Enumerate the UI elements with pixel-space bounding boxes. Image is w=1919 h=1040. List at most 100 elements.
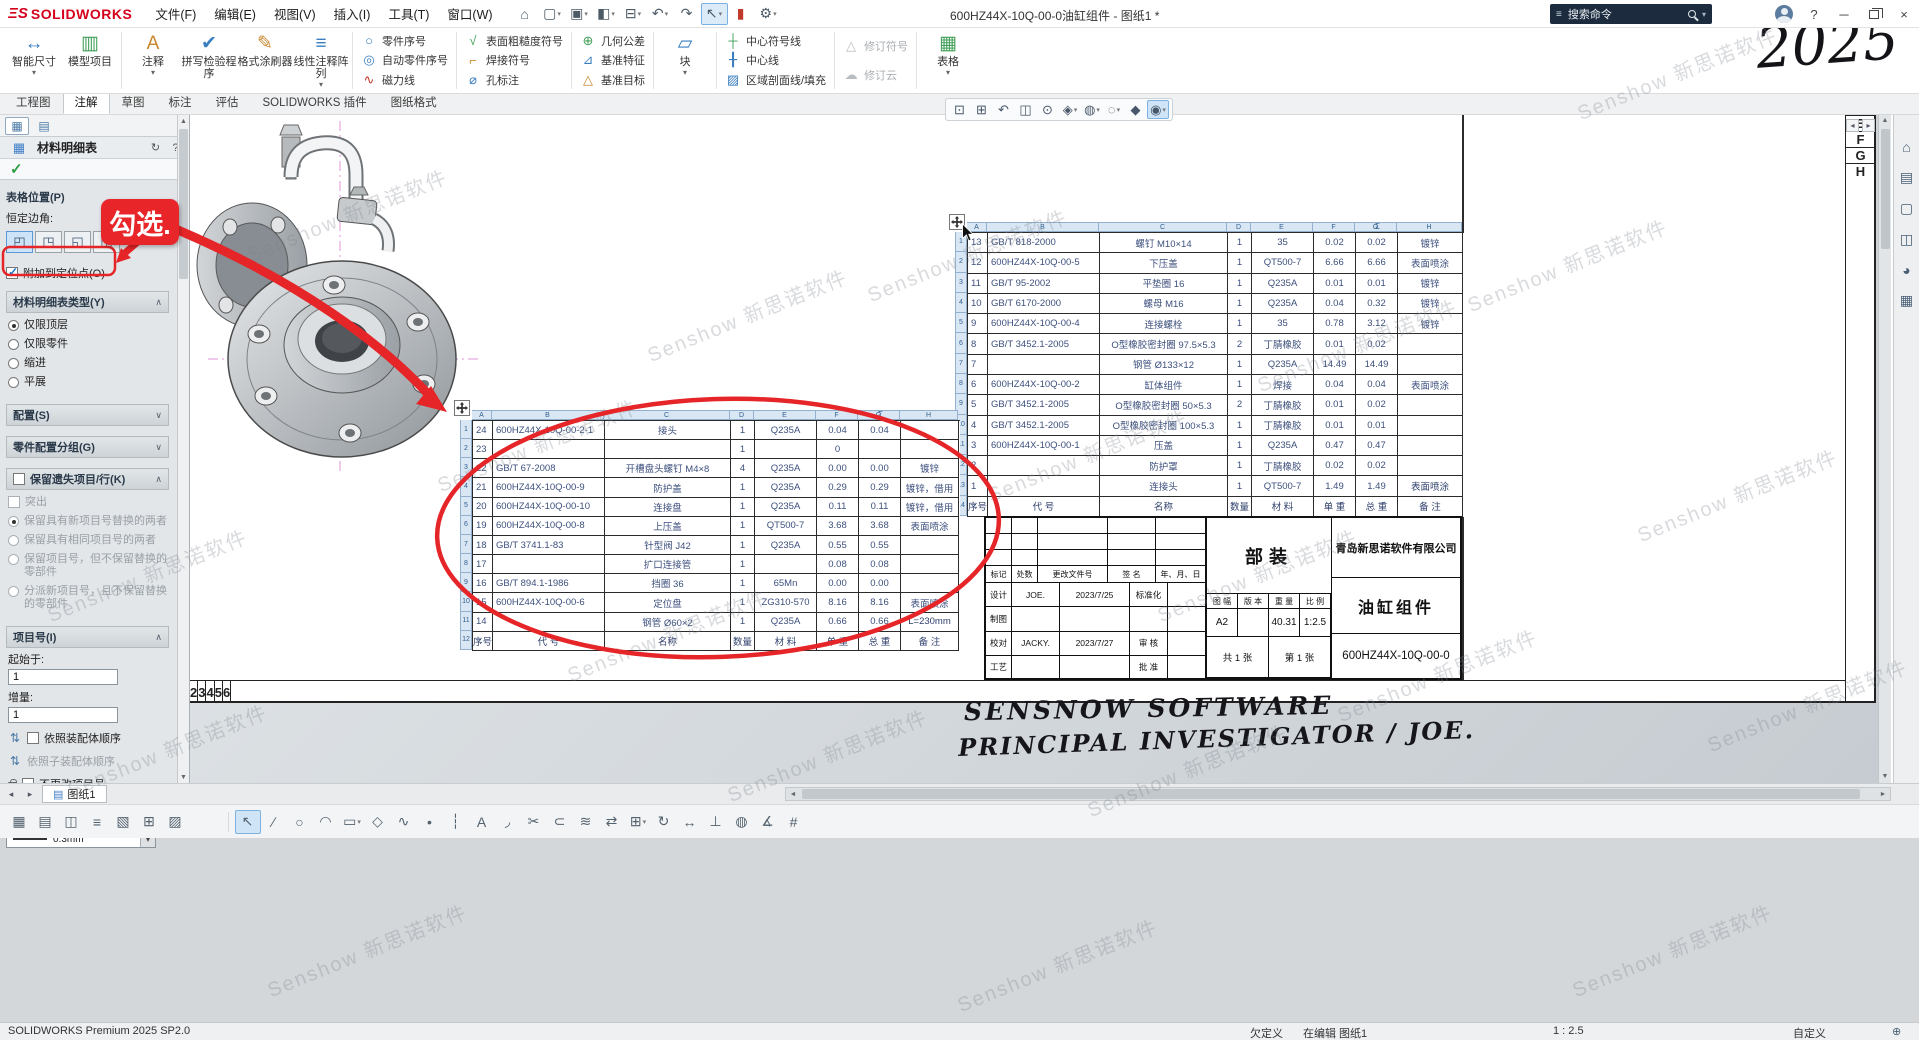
tool-icon[interactable]: ▧ <box>110 810 136 834</box>
bom-cell[interactable]: 螺母 M16 <box>1100 294 1228 314</box>
bom-cell[interactable]: 0.00 <box>817 574 859 593</box>
bom-cell[interactable] <box>1398 395 1463 415</box>
bom-cell[interactable]: 17 <box>473 555 493 574</box>
tool-icon[interactable]: # <box>781 810 807 834</box>
tool-icon[interactable]: ◇ <box>365 810 391 834</box>
task-pane-icon[interactable]: ▢ <box>1900 200 1913 217</box>
corner-anchor-button[interactable]: ◰ <box>6 231 33 253</box>
bom-cell[interactable]: Q235A <box>1252 436 1314 456</box>
bom-cell[interactable]: 18 <box>473 536 493 555</box>
bom-cell[interactable]: 0.00 <box>817 459 859 478</box>
bom-cell[interactable]: 0.32 <box>1356 294 1398 314</box>
ribbon-button[interactable]: ⌐焊接符号 <box>465 51 563 70</box>
vertical-scrollbar[interactable]: ▲ ▼ <box>1878 115 1891 783</box>
bom-cell[interactable]: Q235A <box>755 421 817 440</box>
bom-cell[interactable]: 2 <box>1228 395 1252 415</box>
bom-cell[interactable]: 0.02 <box>1314 233 1356 253</box>
bom-cell[interactable] <box>493 613 605 632</box>
row-header[interactable]: 7 <box>460 535 472 554</box>
bom-cell[interactable]: 1 <box>1228 476 1252 496</box>
bom-cell[interactable]: 丁腈橡胶 <box>1252 416 1314 436</box>
bom-cell[interactable]: QT500-7 <box>1252 253 1314 273</box>
quick-tool-icon[interactable]: ▣▾ <box>566 3 593 25</box>
tool-icon[interactable]: ≡ <box>84 810 110 834</box>
drawing-view-model[interactable] <box>190 115 495 487</box>
tool-icon[interactable]: ⇄ <box>599 810 625 834</box>
bom-cell[interactable] <box>1398 456 1463 476</box>
bom-cell[interactable]: L=230mm <box>901 613 959 632</box>
column-header[interactable]: E <box>754 410 816 420</box>
bom-cell[interactable]: 防护罩 <box>1100 456 1228 476</box>
bom-cell[interactable]: 连接盘 <box>605 498 731 517</box>
bom-cell[interactable]: GB/T 3452.1-2005 <box>988 334 1100 354</box>
checkbox-icon[interactable] <box>13 473 25 485</box>
tool-icon[interactable]: ⊂ <box>547 810 573 834</box>
ribbon-button[interactable]: A 注释 ▾ <box>125 28 181 93</box>
bom-cell[interactable]: Q235A <box>1252 355 1314 375</box>
column-header[interactable]: D <box>1227 222 1251 232</box>
tool-icon[interactable]: ┆ <box>443 810 469 834</box>
bom-cell[interactable]: 0.66 <box>859 613 901 632</box>
sheet-tab[interactable]: ▤ 图纸1 <box>42 785 107 803</box>
bom-cell[interactable]: 22 <box>473 459 493 478</box>
ribbon-button[interactable]: ✔ 拼写检验程序 <box>181 28 237 93</box>
bom-cell[interactable] <box>901 421 959 440</box>
bom-cell[interactable]: Q235A <box>755 459 817 478</box>
bom-cell[interactable]: 20 <box>473 498 493 517</box>
bom-cell[interactable]: 0.11 <box>817 498 859 517</box>
bom-cell[interactable]: 备 注 <box>901 632 959 651</box>
bom-cell[interactable]: 1 <box>1228 274 1252 294</box>
tool-icon[interactable]: ∿ <box>391 810 417 834</box>
bom-cell[interactable]: 镀锌 <box>1398 233 1463 253</box>
ribbon-button[interactable]: ∿磁力线 <box>361 71 448 90</box>
table-column-headers[interactable]: ABCDEFGH <box>967 222 1462 232</box>
ribbon-button[interactable]: ⊿基准特征 <box>580 51 645 70</box>
radio-option[interactable]: 保留具有新项目号替换的两者 <box>8 512 167 531</box>
bom-cell[interactable]: 0.78 <box>1314 314 1356 334</box>
sheet-prev-icon[interactable]: ◂ <box>3 786 19 802</box>
row-header[interactable]: 3 <box>460 458 472 477</box>
tool-icon[interactable]: ▨ <box>162 810 188 834</box>
menu-item[interactable]: 编辑(E) <box>205 0 265 28</box>
bom-cell[interactable]: 8 <box>968 334 988 354</box>
bom-cell[interactable]: 0.00 <box>859 574 901 593</box>
radio-option[interactable]: 分派新项目号，且不保留替换的零部件 <box>8 582 167 614</box>
bom-cell[interactable]: 0.02 <box>1314 456 1356 476</box>
bom-cell[interactable]: 1 <box>731 421 755 440</box>
bom-cell[interactable]: 0.04 <box>817 421 859 440</box>
scroll-left-icon[interactable]: ◄ <box>786 791 800 798</box>
bom-cell[interactable]: 0.47 <box>1314 436 1356 456</box>
bom-cell[interactable]: Q235A <box>755 613 817 632</box>
bom-cell[interactable]: 1.49 <box>1356 476 1398 496</box>
bom-cell[interactable] <box>1398 436 1463 456</box>
scrollbar-thumb[interactable] <box>179 129 188 279</box>
bom-cell[interactable]: Q235A <box>755 536 817 555</box>
checkbox-icon[interactable] <box>6 267 18 279</box>
bom-cell[interactable]: 缸体组件 <box>1100 375 1228 395</box>
bom-cell[interactable]: 0.08 <box>859 555 901 574</box>
bom-cell[interactable]: 压盖 <box>1100 436 1228 456</box>
quick-tool-icon[interactable]: ↖▾ <box>701 3 728 25</box>
bom-cell[interactable]: 15 <box>473 593 493 612</box>
bom-cell[interactable]: 1 <box>1228 233 1252 253</box>
quick-tool-icon[interactable]: ↷ <box>674 3 701 25</box>
scrollbar-thumb[interactable] <box>1881 129 1890 249</box>
follow-assembly-order-row[interactable]: ⇅ 依照装配体顺序 <box>8 730 167 746</box>
collapse-left-icon[interactable]: ◂ <box>1846 119 1859 132</box>
bom-cell[interactable]: 1 <box>731 498 755 517</box>
ribbon-button[interactable]: ▨区域剖面线/填充 <box>725 71 826 90</box>
bom-cell[interactable]: 0 <box>817 440 859 459</box>
pushpin-icon[interactable]: ↻ <box>148 141 163 154</box>
bom-cell[interactable]: 表面喷涂 <box>901 593 959 612</box>
row-header[interactable]: 8 <box>460 554 472 573</box>
bom-cell[interactable]: GB/T 3741.1-83 <box>493 536 605 555</box>
bom-cell[interactable]: 0.66 <box>817 613 859 632</box>
tool-icon[interactable]: ↖ <box>235 810 261 834</box>
menu-item[interactable]: 视图(V) <box>265 0 325 28</box>
bom-cell[interactable]: 0.55 <box>817 536 859 555</box>
bom-cell[interactable]: 序号 <box>968 497 988 517</box>
bom-cell[interactable]: 2 <box>968 456 988 476</box>
bom-cell[interactable]: 挡圈 36 <box>605 574 731 593</box>
bom-cell[interactable] <box>988 456 1100 476</box>
bom-cell[interactable]: 1 <box>1228 314 1252 334</box>
